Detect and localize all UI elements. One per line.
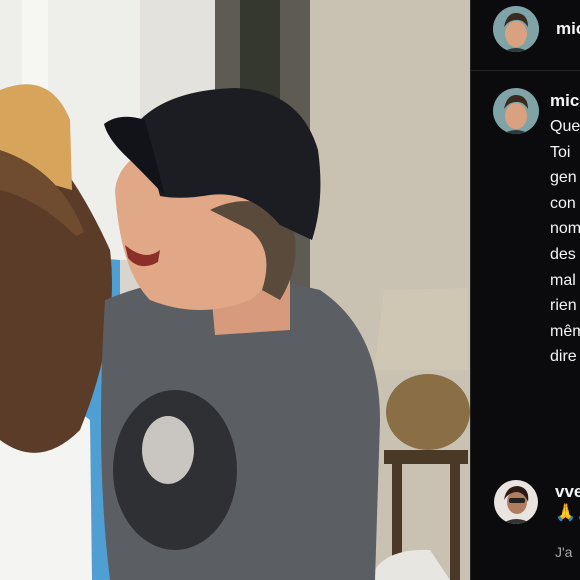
caption-avatar-icon[interactable]: [493, 88, 539, 134]
avatar-face-icon: [494, 480, 538, 524]
caption-line: dire: [550, 348, 577, 366]
comment-text: 🙏🙏: [555, 503, 580, 522]
post-header: mic: [471, 0, 580, 71]
commenter-avatar-icon[interactable]: [494, 480, 538, 524]
photo-image: [0, 0, 470, 580]
caption-line: des: [550, 245, 576, 263]
caption-line: Que: [550, 118, 580, 135]
caption-line: mêm: [550, 322, 580, 340]
caption-line: Toi: [550, 143, 571, 161]
caption-line: gen: [550, 169, 577, 187]
avatar-face-icon: [493, 88, 539, 134]
caption-line: rien: [550, 297, 577, 315]
caption-username[interactable]: mic: [550, 91, 579, 111]
post-photo[interactable]: [0, 0, 470, 580]
caption-line: nom: [550, 220, 580, 238]
comment-meta[interactable]: J'a: [555, 544, 572, 560]
caption-text: Que Toi gen con nom des mal rien mêm dir…: [550, 114, 580, 370]
commenter-username[interactable]: vve: [555, 482, 580, 502]
caption-line: mal: [550, 271, 576, 289]
header-username[interactable]: mic: [556, 19, 580, 39]
avatar-face-icon: [493, 6, 539, 52]
comments-panel: mic mic Que Toi gen con nom des mal rien…: [470, 0, 580, 580]
caption-line: con: [550, 194, 576, 212]
user-avatar-icon[interactable]: [493, 6, 539, 52]
